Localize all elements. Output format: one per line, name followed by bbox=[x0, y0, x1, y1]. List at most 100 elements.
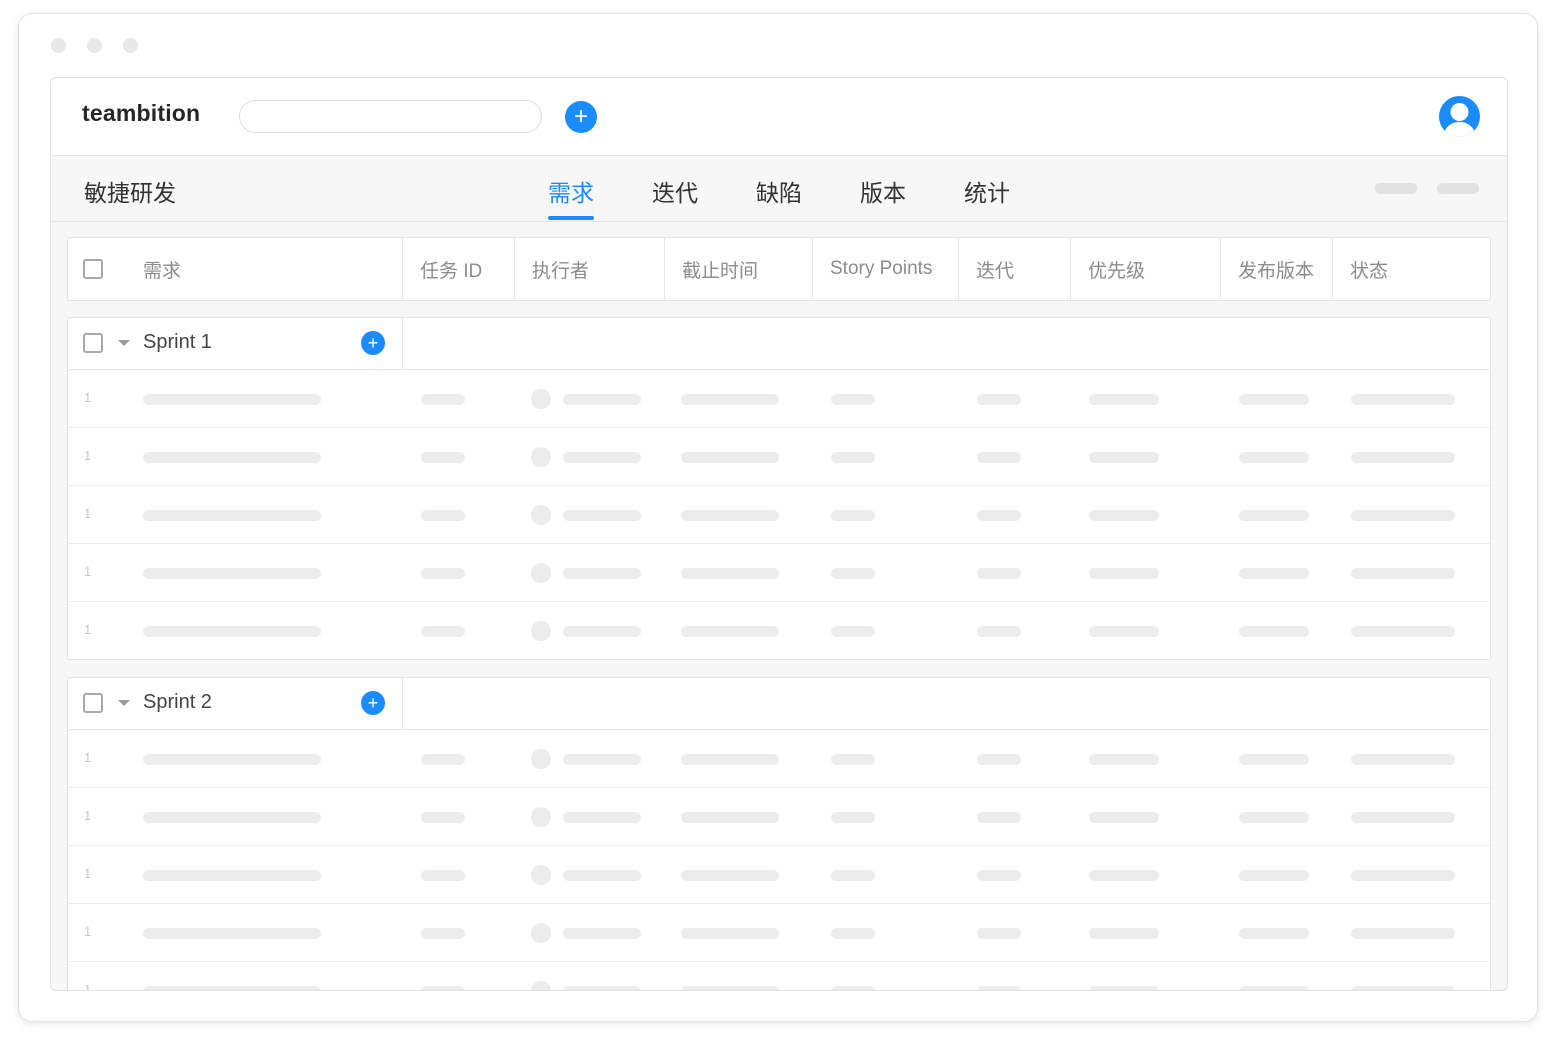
iteration-placeholder bbox=[977, 870, 1021, 881]
due-date-placeholder bbox=[681, 452, 779, 463]
column-header-status[interactable]: 状态 bbox=[1332, 238, 1490, 300]
requirement-placeholder bbox=[143, 928, 321, 939]
select-all-checkbox[interactable] bbox=[83, 259, 103, 279]
tab-defects[interactable]: 缺陷 bbox=[756, 174, 802, 208]
add-requirement-button[interactable]: + bbox=[361, 691, 385, 715]
task-id-placeholder bbox=[421, 626, 465, 637]
sprint-group-header: Sprint 2 + bbox=[68, 678, 1490, 730]
app-frame: teambition + 敏捷研发 需求 迭代 缺陷 版本 统计 需求 任务 I… bbox=[50, 77, 1508, 991]
column-header-story-points[interactable]: Story Points bbox=[812, 238, 958, 300]
story-points-placeholder bbox=[831, 812, 875, 823]
row-number: 1 bbox=[84, 622, 92, 637]
table-row[interactable]: 1 bbox=[68, 730, 1490, 788]
sprint-group-header: Sprint 1 + bbox=[68, 318, 1490, 370]
release-placeholder bbox=[1239, 452, 1309, 463]
avatar[interactable] bbox=[1439, 96, 1480, 137]
assignee-placeholder bbox=[563, 568, 641, 579]
column-header-iteration[interactable]: 迭代 bbox=[958, 238, 1070, 300]
release-placeholder bbox=[1239, 568, 1309, 579]
status-placeholder bbox=[1351, 394, 1455, 405]
requirement-placeholder bbox=[143, 754, 321, 765]
table-row[interactable]: 1 bbox=[68, 904, 1490, 962]
user-avatar-icon bbox=[1443, 103, 1476, 137]
table-row[interactable]: 1 bbox=[68, 486, 1490, 544]
status-placeholder bbox=[1351, 626, 1455, 637]
row-number: 1 bbox=[84, 982, 92, 991]
task-id-placeholder bbox=[421, 812, 465, 823]
priority-placeholder bbox=[1089, 928, 1159, 939]
assignee-placeholder bbox=[563, 510, 641, 521]
add-button[interactable]: + bbox=[565, 101, 597, 133]
window-minimize-dot[interactable] bbox=[87, 38, 102, 53]
table-row[interactable]: 1 bbox=[68, 544, 1490, 602]
table-header: 需求 任务 ID 执行者 截止时间 Story Points 迭代 优先级 发布… bbox=[67, 237, 1491, 301]
column-header-due-date[interactable]: 截止时间 bbox=[664, 238, 812, 300]
release-placeholder bbox=[1239, 870, 1309, 881]
due-date-placeholder bbox=[681, 754, 779, 765]
table-row[interactable]: 1 bbox=[68, 428, 1490, 486]
row-number: 1 bbox=[84, 448, 92, 463]
story-points-placeholder bbox=[831, 626, 875, 637]
tab-iterations[interactable]: 迭代 bbox=[652, 174, 698, 208]
row-number: 1 bbox=[84, 750, 92, 765]
row-number: 1 bbox=[84, 564, 92, 579]
status-placeholder bbox=[1351, 452, 1455, 463]
app-window: teambition + 敏捷研发 需求 迭代 缺陷 版本 统计 需求 任务 I… bbox=[18, 13, 1538, 1022]
assignee-placeholder bbox=[563, 928, 641, 939]
priority-placeholder bbox=[1089, 568, 1159, 579]
column-header-task-id[interactable]: 任务 ID bbox=[402, 238, 514, 300]
tab-statistics[interactable]: 统计 bbox=[964, 174, 1010, 208]
due-date-placeholder bbox=[681, 986, 779, 990]
nav-action-placeholder[interactable] bbox=[1437, 183, 1479, 194]
project-nav: 敏捷研发 需求 迭代 缺陷 版本 统计 bbox=[51, 156, 1507, 222]
table-row[interactable]: 1 bbox=[68, 788, 1490, 846]
iteration-placeholder bbox=[977, 986, 1021, 990]
tab-versions[interactable]: 版本 bbox=[860, 174, 906, 208]
sprint-name: Sprint 1 bbox=[143, 331, 212, 353]
due-date-placeholder bbox=[681, 928, 779, 939]
window-close-dot[interactable] bbox=[51, 38, 66, 53]
logo: teambition bbox=[82, 100, 201, 126]
chevron-down-icon[interactable] bbox=[118, 340, 130, 346]
assignee-avatar-placeholder bbox=[531, 923, 551, 943]
tab-requirements[interactable]: 需求 bbox=[548, 174, 594, 208]
task-id-placeholder bbox=[421, 870, 465, 881]
story-points-placeholder bbox=[831, 452, 875, 463]
table-row[interactable]: 1 bbox=[68, 602, 1490, 659]
task-id-placeholder bbox=[421, 510, 465, 521]
nav-action-placeholder[interactable] bbox=[1375, 183, 1417, 194]
search-input[interactable] bbox=[239, 100, 542, 133]
assignee-placeholder bbox=[563, 870, 641, 881]
sprint-group: Sprint 2 + 1 1 1 1 1 bbox=[67, 677, 1491, 991]
table-row[interactable]: 1 bbox=[68, 846, 1490, 904]
release-placeholder bbox=[1239, 928, 1309, 939]
add-requirement-button[interactable]: + bbox=[361, 331, 385, 355]
column-header-priority[interactable]: 优先级 bbox=[1070, 238, 1220, 300]
task-id-placeholder bbox=[421, 754, 465, 765]
task-id-placeholder bbox=[421, 928, 465, 939]
column-header-assignee[interactable]: 执行者 bbox=[514, 238, 664, 300]
active-tab-indicator bbox=[548, 216, 594, 220]
assignee-placeholder bbox=[563, 626, 641, 637]
story-points-placeholder bbox=[831, 754, 875, 765]
status-placeholder bbox=[1351, 510, 1455, 521]
column-header-requirement[interactable]: 需求 bbox=[143, 238, 402, 300]
release-placeholder bbox=[1239, 754, 1309, 765]
iteration-placeholder bbox=[977, 754, 1021, 765]
assignee-avatar-placeholder bbox=[531, 563, 551, 583]
group-checkbox[interactable] bbox=[83, 333, 103, 353]
story-points-placeholder bbox=[831, 928, 875, 939]
table-row[interactable]: 1 bbox=[68, 962, 1490, 991]
chevron-down-icon[interactable] bbox=[118, 700, 130, 706]
requirement-placeholder bbox=[143, 812, 321, 823]
window-maximize-dot[interactable] bbox=[123, 38, 138, 53]
plus-icon: + bbox=[367, 333, 379, 353]
priority-placeholder bbox=[1089, 510, 1159, 521]
column-header-release[interactable]: 发布版本 bbox=[1220, 238, 1332, 300]
priority-placeholder bbox=[1089, 986, 1159, 990]
row-number: 1 bbox=[84, 866, 92, 881]
table-row[interactable]: 1 bbox=[68, 370, 1490, 428]
group-checkbox[interactable] bbox=[83, 693, 103, 713]
release-placeholder bbox=[1239, 394, 1309, 405]
story-points-placeholder bbox=[831, 568, 875, 579]
